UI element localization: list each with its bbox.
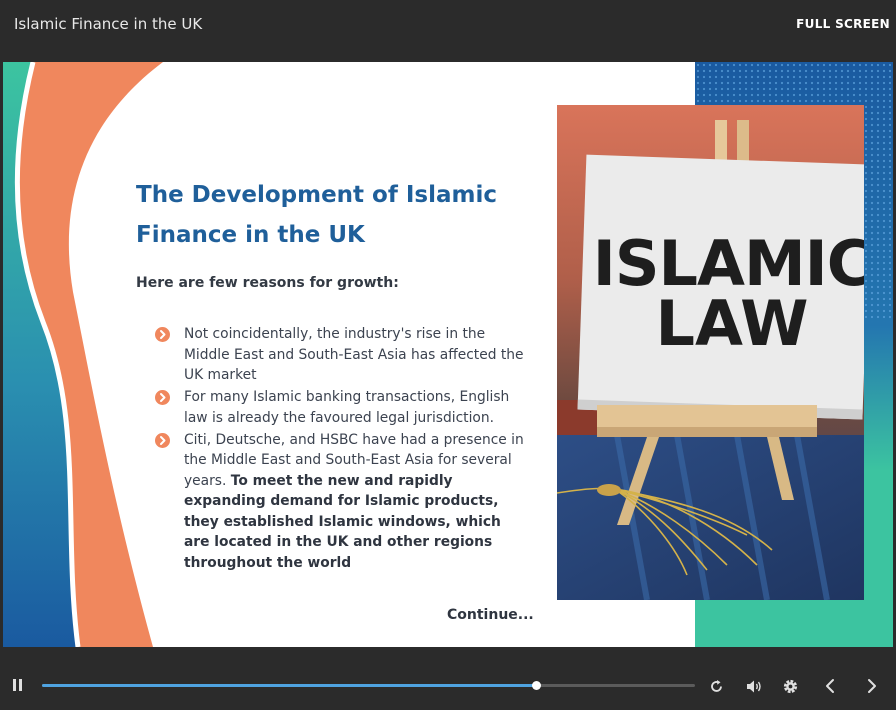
bullet-item: Not coincidentally, the industry's rise … xyxy=(155,324,525,386)
course-title: Islamic Finance in the UK xyxy=(14,15,203,33)
slide: ISLAMIC LAW The Development of Islamic F… xyxy=(3,62,893,647)
chevron-right-icon xyxy=(155,327,170,342)
bullet-text: Not coincidentally, the industry's rise … xyxy=(184,326,524,383)
bullet-bold-text: To meet the new and rapidly expanding de… xyxy=(184,472,501,571)
left-wave-decoration xyxy=(3,62,163,647)
slide-intro: Here are few reasons for growth: xyxy=(136,275,399,291)
progress-slider[interactable] xyxy=(42,681,695,690)
continue-link[interactable]: Continue... xyxy=(447,607,534,623)
slide-title: The Development of Islamic Finance in th… xyxy=(136,182,497,248)
bullet-text: For many Islamic banking transactions, E… xyxy=(184,389,510,426)
previous-icon[interactable] xyxy=(824,678,836,699)
top-bar: Islamic Finance in the UK FULL SCREEN xyxy=(0,0,896,62)
bullet-item: For many Islamic banking transactions, E… xyxy=(155,387,525,428)
settings-icon[interactable] xyxy=(782,678,799,700)
pause-icon[interactable] xyxy=(12,678,24,697)
next-icon[interactable] xyxy=(866,678,878,699)
progress-knob[interactable] xyxy=(532,681,542,690)
chevron-right-icon xyxy=(155,432,170,448)
bullet-item: Citi, Deutsche, and HSBC have had a pres… xyxy=(155,430,525,574)
volume-icon[interactable] xyxy=(746,679,764,699)
chevron-right-icon xyxy=(155,390,170,405)
player-bar xyxy=(0,662,896,710)
sign-line-2: LAW xyxy=(655,287,808,360)
progress-fill xyxy=(42,684,537,687)
fullscreen-button[interactable]: FULL SCREEN xyxy=(796,17,890,31)
replay-icon[interactable] xyxy=(709,679,724,699)
bullet-list: Not coincidentally, the industry's rise … xyxy=(155,324,525,575)
islamic-law-photo: ISLAMIC LAW xyxy=(557,105,864,600)
